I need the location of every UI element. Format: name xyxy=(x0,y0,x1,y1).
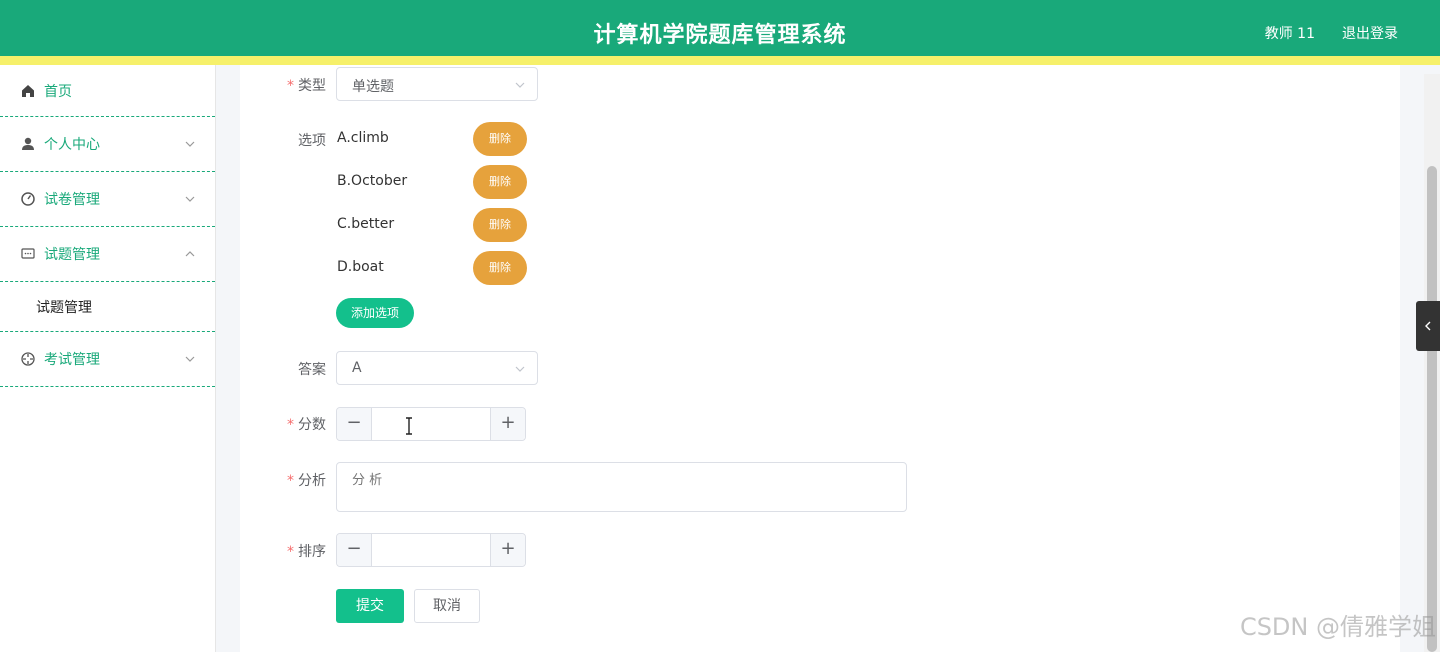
answer-select[interactable]: A xyxy=(336,351,538,385)
collapse-panel-button[interactable] xyxy=(1416,301,1440,351)
score-label: * 分数 xyxy=(287,417,326,433)
chevron-down-icon xyxy=(185,141,195,147)
system-title: 计算机学院题库管理系统 xyxy=(593,23,847,48)
type-select-value: 单选题 xyxy=(352,79,394,95)
delete-option-button[interactable]: 删除 xyxy=(473,251,527,285)
submit-button[interactable]: 提交 xyxy=(336,589,404,623)
sort-label: * 排序 xyxy=(287,544,326,560)
sidebar-item-label: 首页 xyxy=(44,83,72,100)
sidebar: 首页 个人中心 试卷管理 试题管理 试题管理 考试管理 xyxy=(0,65,216,652)
chevron-down-icon xyxy=(185,356,195,362)
sidebar-item-papers[interactable]: 试卷管理 xyxy=(0,172,215,227)
option-item: C.better xyxy=(337,216,395,232)
message-icon xyxy=(21,248,35,259)
option-item: D.boat xyxy=(337,259,384,275)
sidebar-item-questions[interactable]: 试题管理 xyxy=(0,227,215,282)
home-icon xyxy=(22,84,34,97)
sidebar-item-label: 个人中心 xyxy=(44,137,100,153)
top-header: 计算机学院题库管理系统 教师 11 退出登录 xyxy=(0,0,1440,65)
sidebar-item-label: 考试管理 xyxy=(44,352,100,368)
add-option-button[interactable]: 添加选项 xyxy=(336,298,414,328)
page-scrollbar[interactable] xyxy=(1424,74,1440,652)
score-input[interactable] xyxy=(373,408,491,440)
current-user: 教师 11 xyxy=(1264,26,1315,42)
sidebar-item-label: 试题管理 xyxy=(44,247,100,263)
option-item: A.climb xyxy=(337,130,389,146)
sort-decrement-button[interactable]: − xyxy=(337,534,372,566)
chevron-down-icon xyxy=(515,366,525,372)
score-stepper: − + xyxy=(336,407,526,441)
submenu-item-questions[interactable]: 试题管理 xyxy=(36,297,92,317)
chevron-down-icon xyxy=(185,196,195,202)
chevron-up-icon xyxy=(185,251,195,257)
cancel-button[interactable]: 取消 xyxy=(414,589,480,623)
sidebar-item-profile[interactable]: 个人中心 xyxy=(0,117,215,172)
sidebar-item-label: 试卷管理 xyxy=(44,192,100,208)
sort-increment-button[interactable]: + xyxy=(490,534,525,566)
sidebar-item-home[interactable]: 首页 xyxy=(0,65,215,117)
chevron-left-icon xyxy=(1425,321,1431,331)
sort-input[interactable] xyxy=(373,534,491,566)
delete-option-button[interactable]: 删除 xyxy=(473,208,527,242)
options-label: 选项 xyxy=(298,133,326,149)
answer-label: 答案 xyxy=(298,362,326,378)
analysis-textarea[interactable] xyxy=(336,462,907,512)
chevron-down-icon xyxy=(515,82,525,88)
sort-stepper: − + xyxy=(336,533,526,567)
delete-option-button[interactable]: 删除 xyxy=(473,165,527,199)
score-increment-button[interactable]: + xyxy=(490,408,525,440)
compass-icon xyxy=(21,352,35,366)
type-select[interactable]: 单选题 xyxy=(336,67,538,101)
sidebar-item-exams[interactable]: 考试管理 xyxy=(0,332,215,387)
scrollbar-thumb[interactable] xyxy=(1427,166,1437,652)
delete-option-button[interactable]: 删除 xyxy=(473,122,527,156)
watermark: CSDN @倩雅学姐 xyxy=(1239,613,1436,641)
answer-select-value: A xyxy=(352,360,362,376)
type-label: * 类型 xyxy=(287,78,326,94)
option-item: B.October xyxy=(337,173,408,189)
text-cursor-icon xyxy=(406,417,412,435)
analysis-label: * 分析 xyxy=(287,473,326,489)
score-decrement-button[interactable]: − xyxy=(337,408,372,440)
logout-link[interactable]: 退出登录 xyxy=(1342,23,1398,43)
user-icon xyxy=(22,137,34,150)
submenu-questions: 试题管理 xyxy=(0,282,215,332)
dashboard-icon xyxy=(21,192,35,206)
